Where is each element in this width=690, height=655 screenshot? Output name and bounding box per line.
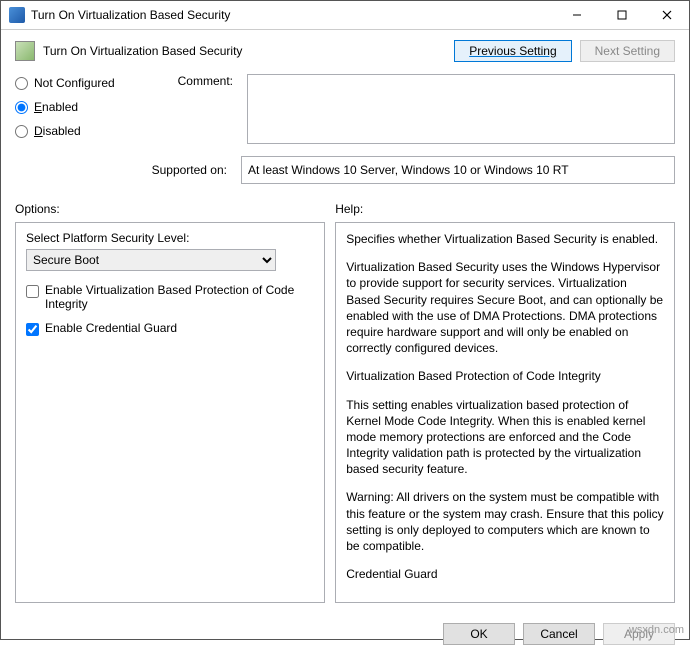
radio-not-configured-label: Not Configured: [34, 76, 115, 90]
options-label: Options:: [15, 202, 325, 216]
app-icon: [9, 7, 25, 23]
help-p3: Virtualization Based Protection of Code …: [346, 368, 664, 384]
platform-security-select[interactable]: Secure Boot: [26, 249, 276, 271]
window-controls: [554, 1, 689, 29]
help-p5: Warning: All drivers on the system must …: [346, 489, 664, 554]
help-section: Help: Specifies whether Virtualization B…: [335, 202, 675, 603]
options-panel: Select Platform Security Level: Secure B…: [15, 222, 325, 603]
radio-enabled-input[interactable]: [15, 101, 28, 114]
window-title: Turn On Virtualization Based Security: [31, 8, 230, 22]
help-p6: Credential Guard: [346, 566, 664, 582]
radio-enabled-label: Enabled: [34, 100, 78, 114]
select-platform-label: Select Platform Security Level:: [26, 231, 314, 245]
close-button[interactable]: [644, 1, 689, 29]
help-p2: Virtualization Based Security uses the W…: [346, 259, 664, 356]
minimize-button[interactable]: [554, 1, 599, 29]
cancel-button[interactable]: Cancel: [523, 623, 595, 645]
ok-button[interactable]: OK: [443, 623, 515, 645]
next-setting-label: Next Setting: [595, 44, 660, 58]
checkbox-vbp-label: Enable Virtualization Based Protection o…: [45, 283, 314, 311]
supported-field: At least Windows 10 Server, Windows 10 o…: [241, 156, 675, 184]
titlebar: Turn On Virtualization Based Security: [1, 1, 689, 30]
supported-row: Supported on: At least Windows 10 Server…: [15, 156, 675, 184]
header-left: Turn On Virtualization Based Security: [15, 41, 242, 61]
maximize-button[interactable]: [599, 1, 644, 29]
help-label: Help:: [335, 202, 675, 216]
watermark: wsxdn.com: [629, 624, 684, 636]
header-row: Turn On Virtualization Based Security Pr…: [15, 40, 675, 62]
nav-buttons: Previous Setting Next Setting: [454, 40, 675, 62]
supported-label: Supported on:: [15, 163, 235, 177]
titlebar-left: Turn On Virtualization Based Security: [9, 7, 230, 23]
sections: Options: Select Platform Security Level:…: [15, 202, 675, 603]
next-setting-button[interactable]: Next Setting: [580, 40, 675, 62]
comment-input[interactable]: [247, 74, 675, 144]
checkbox-cg-label: Enable Credential Guard: [45, 321, 177, 335]
radio-not-configured-input[interactable]: [15, 77, 28, 90]
checkbox-vbp[interactable]: [26, 285, 39, 298]
checkbox-vbp-row[interactable]: Enable Virtualization Based Protection o…: [26, 283, 314, 311]
dialog-window: Turn On Virtualization Based Security Tu…: [0, 0, 690, 640]
radio-disabled-input[interactable]: [15, 125, 28, 138]
radio-enabled[interactable]: Enabled: [15, 100, 135, 114]
policy-icon: [15, 41, 35, 61]
footer: OK Cancel Apply: [1, 613, 689, 655]
state-grid: Not Configured Enabled Disabled Comment:: [15, 74, 675, 144]
radio-disabled[interactable]: Disabled: [15, 124, 135, 138]
options-section: Options: Select Platform Security Level:…: [15, 202, 325, 603]
radio-disabled-label: Disabled: [34, 124, 81, 138]
radio-column: Not Configured Enabled Disabled: [15, 74, 135, 138]
help-panel[interactable]: Specifies whether Virtualization Based S…: [335, 222, 675, 603]
help-p4: This setting enables virtualization base…: [346, 397, 664, 478]
previous-setting-label: Previous Setting: [469, 44, 556, 58]
checkbox-cg-row[interactable]: Enable Credential Guard: [26, 321, 314, 336]
radio-not-configured[interactable]: Not Configured: [15, 76, 135, 90]
content-area: Turn On Virtualization Based Security Pr…: [1, 30, 689, 613]
previous-setting-button[interactable]: Previous Setting: [454, 40, 571, 62]
comment-label: Comment:: [141, 74, 241, 88]
policy-title: Turn On Virtualization Based Security: [43, 44, 242, 58]
checkbox-cg[interactable]: [26, 323, 39, 336]
supported-text: At least Windows 10 Server, Windows 10 o…: [248, 163, 569, 177]
help-p1: Specifies whether Virtualization Based S…: [346, 231, 664, 247]
